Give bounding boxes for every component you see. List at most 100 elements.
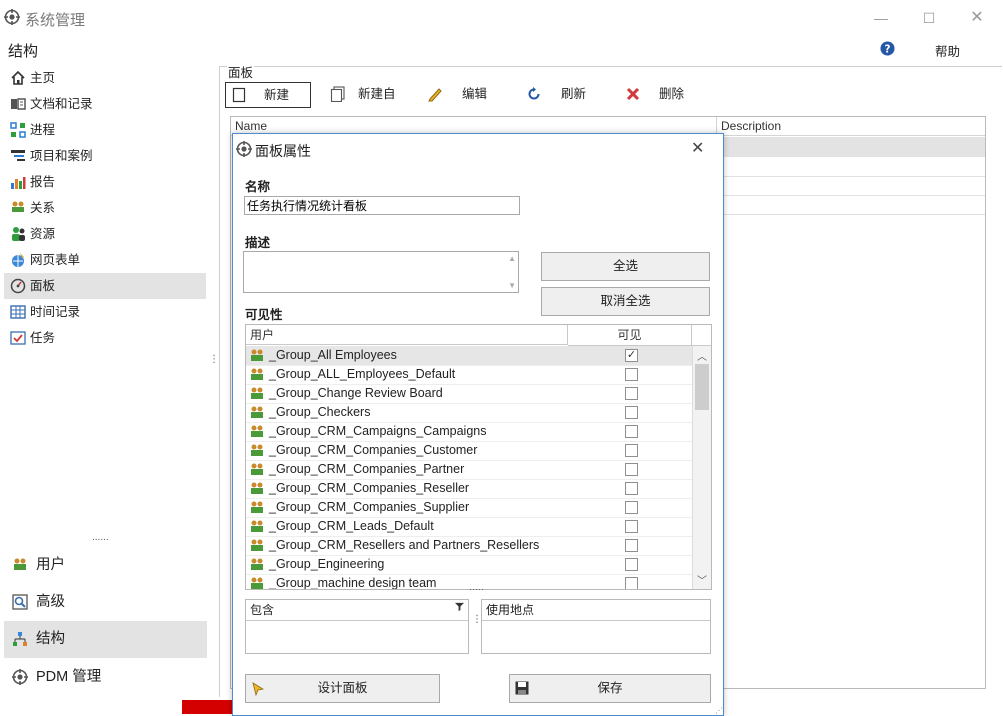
advanced-icon [12,594,28,610]
visible-checkbox[interactable] [625,558,638,571]
filter-icon[interactable] [455,602,464,611]
sidebar-item-resources[interactable]: 资源 [4,221,206,247]
list-item[interactable]: _Group_CRM_Resellers and Partners_Resell… [246,536,692,556]
name-input[interactable] [244,196,520,215]
users-icon [12,557,28,573]
description-label: 描述 [245,236,271,250]
horizontal-splitter-handle[interactable]: ····· [469,584,484,594]
deselect-all-button[interactable]: 取消全选 [541,287,710,316]
scroll-up-icon[interactable]: ▲ [508,254,516,263]
column-header-visible[interactable]: 可见 [568,325,692,346]
maximize-button[interactable]: ☐ [916,8,942,28]
contains-header: 包含 [246,600,468,621]
nav-structure[interactable]: 结构 [4,621,207,658]
contains-panel[interactable]: 包含 [245,599,469,654]
visibility-grid[interactable]: 用户 可见 _Group_All Employees ✓ _Group_ALL_… [245,324,712,590]
list-item[interactable]: _Group_CRM_Companies_Reseller [246,479,692,499]
select-all-button[interactable]: 全选 [541,252,710,281]
visible-checkbox[interactable]: ✓ [625,349,638,362]
visible-checkbox[interactable] [625,406,638,419]
visible-checkbox[interactable] [625,463,638,476]
list-item[interactable]: _Group_CRM_Companies_Supplier [246,498,692,518]
nav-advanced[interactable]: 高级 [4,584,207,621]
dialog-close-icon[interactable]: ✕ [691,138,704,158]
dashboard-icon [10,278,26,294]
help-link[interactable]: 帮助 [935,41,960,60]
minimize-button[interactable]: — [868,8,894,28]
scroll-down-icon[interactable]: ﹀ [697,572,707,587]
group-icon [249,424,265,440]
list-item[interactable]: _Group_All Employees ✓ [246,346,692,366]
visibility-label: 可见性 [245,308,283,322]
help-icon[interactable]: ? [880,41,895,56]
sidebar-item-dashboard[interactable]: 面板 [4,273,206,299]
sidebar-item-time-record[interactable]: 时间记录 [4,299,206,325]
column-header-user[interactable]: 用户 [246,325,568,345]
nav-users[interactable]: 用户 [4,547,207,584]
list-item[interactable]: _Group_Engineering [246,555,692,575]
visible-checkbox[interactable] [625,577,638,589]
scroll-up-icon[interactable]: ︿ [697,348,707,363]
delete-button[interactable]: 删除 [619,82,699,106]
process-icon [10,122,26,138]
scroll-down-icon[interactable]: ▼ [508,281,516,290]
table-row[interactable] [717,195,985,215]
description-textarea[interactable]: ▲ ▼ [243,251,519,293]
list-item[interactable]: _Group_Change Review Board [246,384,692,404]
visible-checkbox[interactable] [625,539,638,552]
sidebar-item-task[interactable]: 任务 [4,325,206,351]
edit-button[interactable]: 编辑 [421,82,509,106]
section-title: 面板 [227,62,255,81]
pencil-icon [427,86,443,102]
group-icon [249,576,265,589]
list-item[interactable]: _Group_ALL_Employees_Default [246,365,692,385]
scrollbar-thumb[interactable] [695,364,709,410]
visible-checkbox[interactable] [625,387,638,400]
used-in-header: 使用地点 [482,600,710,621]
table-row[interactable] [717,137,985,157]
home-icon [10,70,26,86]
list-item[interactable]: _Group_CRM_Campaigns_Campaigns [246,422,692,442]
group-icon [249,386,265,402]
new-icon [232,87,248,103]
sidebar-item-home[interactable]: 主页 [4,65,206,91]
new-button[interactable]: 新建 [225,82,311,108]
refresh-button[interactable]: 刷新 [520,82,608,106]
name-label: 名称 [245,180,271,194]
used-in-panel[interactable]: 使用地点 [481,599,711,654]
visible-checkbox[interactable] [625,368,638,381]
visible-checkbox[interactable] [625,520,638,533]
design-dashboard-button[interactable]: 设计面板 [245,674,440,703]
group-icon [249,443,265,459]
list-item[interactable]: _Group_Checkers [246,403,692,423]
list-item[interactable]: _Group_CRM_Companies_Partner [246,460,692,480]
red-strip [182,700,232,714]
list-item[interactable]: _Group_CRM_Leads_Default [246,517,692,537]
vertical-scrollbar[interactable]: ︿ ﹀ [692,346,711,589]
sidebar-splitter[interactable]: ...... [92,532,109,543]
list-item[interactable]: _Group_CRM_Companies_Customer [246,441,692,461]
sidebar-item-process[interactable]: 进程 [4,117,206,143]
sidebar-item-web-form[interactable]: 网页表单 [4,247,206,273]
relations-icon [10,200,26,216]
sidebar-item-report[interactable]: 报告 [4,169,206,195]
sidebar-vertical-splitter[interactable]: ⋮ [209,355,219,365]
save-button[interactable]: 保存 [509,674,711,703]
structure-icon [12,631,28,647]
table-row[interactable] [717,176,985,196]
nav-pdm[interactable]: PDM 管理 [4,659,207,696]
new-from-button[interactable]: 新建自 [324,82,412,106]
visible-checkbox[interactable] [625,482,638,495]
sidebar-item-relations[interactable]: 关系 [4,195,206,221]
table-row[interactable] [717,157,985,177]
visible-checkbox[interactable] [625,444,638,457]
refresh-icon [526,86,542,102]
sidebar-item-projects[interactable]: 项目和案例 [4,143,206,169]
resources-icon [10,226,26,242]
column-header-description[interactable]: Description [717,117,985,136]
close-window-button[interactable]: ✕ [964,8,990,28]
sidebar-item-documents[interactable]: 文档和记录 [4,91,206,117]
visible-checkbox[interactable] [625,425,638,438]
visible-checkbox[interactable] [625,501,638,514]
app-logo-icon [4,9,20,25]
